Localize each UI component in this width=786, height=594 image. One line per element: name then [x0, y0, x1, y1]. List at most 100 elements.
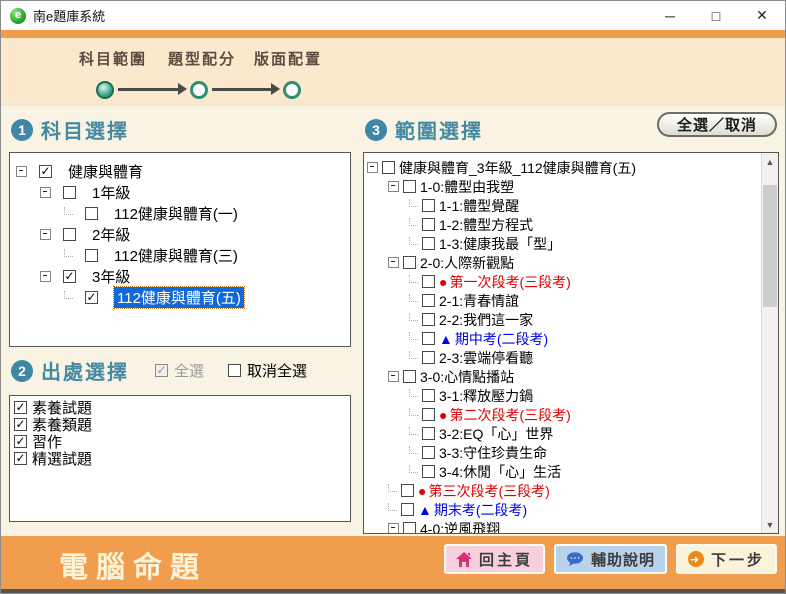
tree-label[interactable]: 1年級 — [92, 182, 130, 203]
tree-expander-minus-icon[interactable] — [388, 257, 399, 268]
tree-row[interactable]: 1-1:體型覺醒 — [364, 196, 761, 215]
checkbox[interactable] — [422, 237, 435, 250]
tree-row[interactable]: 1年級 — [10, 182, 350, 203]
tree-row[interactable]: ●第一次段考(三段考) — [364, 272, 761, 291]
checkbox[interactable] — [422, 446, 435, 459]
tree-row[interactable]: ▲期中考(二段考) — [364, 329, 761, 348]
checkbox[interactable] — [422, 465, 435, 478]
tree-label[interactable]: 112健康與體育(五) — [114, 287, 244, 308]
select-all-checkbox-group[interactable]: 全選 — [155, 360, 204, 381]
deselect-all-checkbox-group[interactable]: 取消全選 — [228, 360, 307, 381]
scrollbar-thumb[interactable] — [763, 185, 777, 307]
tree-expander-minus-icon[interactable] — [40, 187, 51, 198]
checkbox[interactable] — [85, 249, 98, 262]
scroll-down-icon[interactable]: ▼ — [762, 516, 778, 533]
tree-expander-minus-icon[interactable] — [388, 523, 399, 534]
checkbox[interactable] — [403, 370, 416, 383]
tree-label[interactable]: 健康與體育 — [68, 161, 143, 182]
vertical-scrollbar[interactable]: ▲ ▼ — [761, 153, 778, 533]
checkbox[interactable] — [39, 165, 52, 178]
tree-row[interactable]: ●第二次段考(三段考) — [364, 405, 761, 424]
scroll-up-icon[interactable]: ▲ — [762, 153, 778, 170]
tree-label[interactable]: 健康與體育_3年級_112健康與體育(五) — [399, 158, 636, 178]
checkbox[interactable] — [422, 294, 435, 307]
tree-row[interactable]: 1-0:體型由我塑 — [364, 177, 761, 196]
deselect-all-checkbox[interactable] — [228, 364, 241, 377]
tree-label[interactable]: 3年級 — [92, 266, 130, 287]
tree-label[interactable]: 1-0:體型由我塑 — [420, 177, 514, 197]
tree-label[interactable]: 2-0:人際新觀點 — [420, 253, 514, 273]
tree-label[interactable]: 2-3:雲端停看聽 — [439, 348, 533, 368]
tree-label[interactable]: 112健康與體育(三) — [114, 245, 238, 266]
tree-row[interactable]: 1-2:體型方程式 — [364, 215, 761, 234]
checkbox[interactable] — [422, 313, 435, 326]
tree-label[interactable]: 3-3:守住珍貴生命 — [439, 443, 547, 463]
tree-row[interactable]: 3-3:守住珍貴生命 — [364, 443, 761, 462]
tree-row[interactable]: 112健康與體育(五) — [10, 287, 350, 308]
tree-label[interactable]: 2-2:我們這一家 — [439, 310, 533, 330]
tree-row[interactable]: 3-2:EQ「心」世界 — [364, 424, 761, 443]
tree-row[interactable]: 3-4:休閒「心」生活 — [364, 462, 761, 481]
tree-row[interactable]: 112健康與體育(一) — [10, 203, 350, 224]
tree-label[interactable]: 3-2:EQ「心」世界 — [439, 424, 553, 444]
tree-row[interactable]: ▲期末考(二段考) — [364, 500, 761, 519]
checkbox[interactable] — [422, 218, 435, 231]
checkbox[interactable] — [63, 228, 76, 241]
tree-label[interactable]: 1-2:體型方程式 — [439, 215, 533, 235]
tree-row[interactable]: 健康與體育_3年級_112健康與體育(五) — [364, 158, 761, 177]
select-all-toggle-button[interactable]: 全選／取消 — [657, 112, 777, 137]
checkbox[interactable] — [85, 291, 98, 304]
checkbox[interactable] — [403, 256, 416, 269]
next-step-button[interactable]: ➜ 下一步 — [676, 544, 777, 574]
home-button[interactable]: 回主頁 — [444, 544, 545, 574]
checkbox[interactable] — [422, 427, 435, 440]
checkbox[interactable] — [403, 522, 416, 534]
tree-expander-minus-icon[interactable] — [388, 371, 399, 382]
checkbox[interactable] — [14, 418, 27, 431]
checkbox[interactable] — [422, 332, 435, 345]
tree-expander-minus-icon[interactable] — [16, 166, 27, 177]
tree-label[interactable]: 4-0:逆風飛翔 — [420, 519, 500, 535]
tree-row[interactable]: 2-0:人際新觀點 — [364, 253, 761, 272]
checkbox[interactable] — [63, 270, 76, 283]
checkbox[interactable] — [14, 452, 27, 465]
tree-row[interactable]: 2-1:青春情誼 — [364, 291, 761, 310]
checkbox[interactable] — [422, 389, 435, 402]
tree-label[interactable]: ▲期中考(二段考) — [439, 329, 548, 349]
tree-label[interactable]: ●第二次段考(三段考) — [439, 405, 571, 425]
tree-label[interactable]: 2年級 — [92, 224, 130, 245]
tree-label[interactable]: ▲期末考(二段考) — [418, 500, 527, 520]
tree-row[interactable]: 2-3:雲端停看聽 — [364, 348, 761, 367]
tree-row[interactable]: 3-1:釋放壓力鍋 — [364, 386, 761, 405]
tree-row[interactable]: 1-3:健康我最「型」 — [364, 234, 761, 253]
minimize-button[interactable]: ─ — [647, 1, 693, 30]
tree-row[interactable]: 2年級 — [10, 224, 350, 245]
tree-row[interactable]: 112健康與體育(三) — [10, 245, 350, 266]
checkbox[interactable] — [14, 401, 27, 414]
tree-row[interactable]: 2-2:我們這一家 — [364, 310, 761, 329]
checkbox[interactable] — [401, 503, 414, 516]
tree-label[interactable]: ●第三次段考(三段考) — [418, 481, 550, 501]
tree-label[interactable]: 112健康與體育(一) — [114, 203, 238, 224]
list-item[interactable]: 素養類題 — [12, 416, 348, 433]
checkbox[interactable] — [422, 351, 435, 364]
maximize-button[interactable]: □ — [693, 1, 739, 30]
tree-row[interactable]: 3-0:心情點播站 — [364, 367, 761, 386]
tree-row[interactable]: 3年級 — [10, 266, 350, 287]
tree-expander-minus-icon[interactable] — [388, 181, 399, 192]
checkbox[interactable] — [401, 484, 414, 497]
checkbox[interactable] — [63, 186, 76, 199]
checkbox[interactable] — [85, 207, 98, 220]
select-all-checkbox[interactable] — [155, 364, 168, 377]
tree-label[interactable]: 1-3:健康我最「型」 — [439, 234, 561, 254]
tree-expander-minus-icon[interactable] — [367, 162, 378, 173]
checkbox[interactable] — [422, 408, 435, 421]
tree-expander-minus-icon[interactable] — [40, 271, 51, 282]
tree-row[interactable]: 健康與體育 — [10, 161, 350, 182]
list-item[interactable]: 精選試題 — [12, 450, 348, 467]
tree-label[interactable]: 2-1:青春情誼 — [439, 291, 519, 311]
tree-expander-minus-icon[interactable] — [40, 229, 51, 240]
checkbox[interactable] — [403, 180, 416, 193]
tree-label[interactable]: 3-0:心情點播站 — [420, 367, 514, 387]
tree-label[interactable]: 3-1:釋放壓力鍋 — [439, 386, 533, 406]
